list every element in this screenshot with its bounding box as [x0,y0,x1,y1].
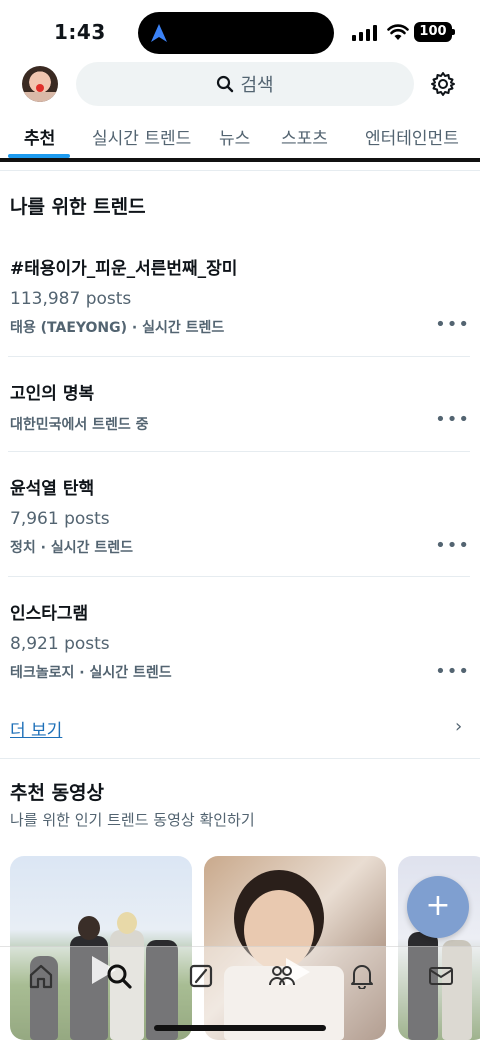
settings-gear-icon[interactable] [430,71,456,97]
tab-for-you[interactable]: 추천 [24,124,55,149]
profile-avatar[interactable] [22,66,58,102]
tab-news[interactable]: 뉴스 [219,124,250,149]
more-options-icon[interactable]: ••• [435,535,470,556]
chevron-right-icon[interactable]: › [455,716,462,737]
divider [8,576,470,577]
trend-context: 테크놀로지 · 실시간 트렌드 [10,665,172,681]
status-time: 1:43 [54,20,106,44]
more-options-icon[interactable]: ••• [435,314,470,335]
search-icon [217,75,234,93]
divider [0,170,480,171]
tab-trending[interactable]: 실시간 트렌드 [92,124,191,149]
cellular-signal-icon [352,25,377,41]
grok-icon[interactable] [188,963,214,989]
dynamic-island [138,12,334,54]
explore-header: 검색 추천 실시간 트렌드 뉴스 스포츠 엔터테인먼트 [0,62,480,162]
trend-context: 정치 · 실시간 트렌드 [10,540,133,556]
trend-item[interactable]: 인스타그램 8,921 posts 테크놀로지 · 실시간 트렌드 [10,599,470,682]
trend-item[interactable]: #태용이가_피운_서른번째_장미 113,987 posts 태용 (TAEYO… [10,254,470,337]
videos-section-title: 추천 동영상 [10,782,105,804]
video-figure-head [117,912,137,934]
trend-name: 고인의 명복 [10,384,95,404]
trend-context: 태용 (TAEYONG) · 실시간 트렌드 [10,320,225,336]
trends-section-title: 나를 위한 트렌드 [10,196,146,218]
communities-icon[interactable] [268,963,296,989]
wifi-icon [387,24,409,40]
trend-context: 대한민국에서 트렌드 중 [10,417,149,433]
divider [8,356,470,357]
trend-post-count: 113,987 posts [10,289,132,309]
trend-post-count: 7,961 posts [10,509,110,529]
trend-name: #태용이가_피운_서른번째_장미 [10,259,238,279]
search-icon[interactable] [106,963,132,989]
messages-icon[interactable] [428,963,454,989]
tab-entertainment[interactable]: 엔터테인먼트 [365,124,459,149]
search-placeholder: 검색 [240,75,274,96]
trend-name: 인스타그램 [10,604,89,624]
divider [8,451,470,452]
trend-post-count: 8,921 posts [10,634,110,654]
more-options-icon[interactable]: ••• [435,661,470,682]
search-input[interactable]: 검색 [76,62,414,106]
home-indicator[interactable] [154,1025,326,1031]
home-icon[interactable] [28,963,54,989]
divider [0,758,480,759]
trend-item[interactable]: 고인의 명복 대한민국에서 트렌드 중 [10,379,470,434]
tab-sports[interactable]: 스포츠 [281,124,328,149]
status-bar: 1:43 100 [0,0,480,62]
notifications-icon[interactable] [350,963,374,989]
see-more-link[interactable]: 더 보기 [10,716,62,741]
more-options-icon[interactable]: ••• [435,409,470,430]
video-figure-head [78,916,100,940]
trend-name: 윤석열 탄핵 [10,479,95,499]
battery-indicator: 100 [414,22,455,42]
header-divider [0,158,480,162]
trend-item[interactable]: 윤석열 탄핵 7,961 posts 정치 · 실시간 트렌드 [10,474,470,557]
location-arrow-icon [151,24,167,42]
videos-section-subtitle: 나를 위한 인기 트렌드 동영상 확인하기 [10,811,255,829]
compose-fab-button[interactable]: + [407,876,469,938]
